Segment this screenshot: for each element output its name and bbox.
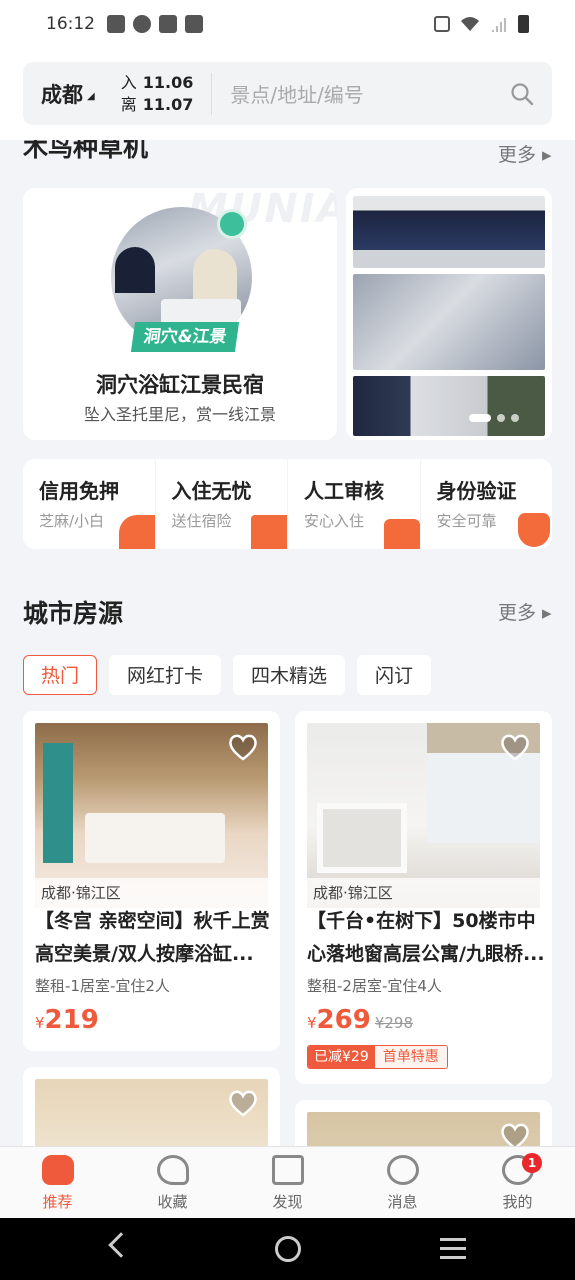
vibrate-icon [434,16,450,32]
featured-more-link[interactable]: 更多 ▸ [498,140,552,167]
home-icon [41,1155,74,1185]
checkin-date: 11.06 [142,72,194,92]
nav-label: 消息 [387,1193,418,1211]
promo-label: 首单特惠 [374,1046,447,1068]
date-selector[interactable]: 入 11.06 离 11.07 [121,72,194,116]
listing-card[interactable]: 成都·锦江区 【冬宫 亲密空间】秋千上赏高空美景/双人按摩浴缸... 整租-1居… [23,711,280,1051]
search-input[interactable]: 景点/地址/编号 [230,79,510,108]
guarantee-title: 入住无忧 [171,479,252,503]
tab-selected[interactable]: 四木精选 [233,655,346,695]
city-label: 成都 [41,82,83,107]
discount-badge: 已减¥29 首单特惠 [307,1045,448,1069]
city-selector[interactable]: 成都 ◢ [41,79,95,109]
listing-photo: 成都·锦江区 [307,723,540,908]
nav-label: 我的 [502,1193,533,1211]
check-icon [133,15,151,33]
nav-item-recommend[interactable]: 推荐 [0,1147,115,1218]
guarantee-title: 人工审核 [304,479,384,503]
tab-flash-booking[interactable]: 闪订 [357,655,432,695]
status-bar: 16:12 [0,0,575,48]
nav-label: 收藏 [157,1193,188,1211]
nav-item-discover[interactable]: 发现 [230,1147,345,1218]
listing-price: ¥269 ¥298 [307,1005,414,1035]
guarantee-title: 信用免押 [39,479,119,503]
back-icon[interactable] [108,1232,134,1258]
gallery-carousel[interactable] [346,188,552,440]
tab-hot[interactable]: 热门 [23,655,98,695]
listing-card[interactable]: 成都·锦江区 【千台•在树下】50楼市中心落地窗高层公寓/九眼桥... 整租-2… [295,711,552,1084]
listing-old-price: ¥298 [374,1014,414,1032]
nav-item-profile[interactable]: 1 我的 [460,1147,575,1218]
nav-label: 发现 [272,1193,303,1211]
listing-price: ¥219 [35,1005,99,1035]
notification-badge: 1 [522,1153,542,1173]
discount-amount: 已减¥29 [308,1046,375,1068]
shield-icon [518,513,550,547]
guarantee-title: 身份验证 [436,479,517,503]
checkin-label: 入 [120,72,137,92]
calendar-icon [251,515,287,549]
discover-icon [271,1155,304,1185]
checkout-date: 11.07 [142,94,194,114]
guarantee-item[interactable]: 人工审核 安心入住 [288,459,421,549]
listing-tabs: 热门 网红打卡 四木精选 闪订 [23,655,432,695]
status-time: 16:12 [46,14,95,34]
bottom-nav: 推荐 收藏 发现 消息 1 我的 [0,1146,575,1218]
search-icon[interactable] [510,82,534,106]
recents-icon[interactable] [440,1238,466,1265]
notification-icon [107,15,125,33]
listing-location: 成都·锦江区 [307,878,540,908]
feature-tag: 洞穴&江景 [130,322,240,352]
listing-photo: 成都·锦江区 [35,723,268,908]
favorite-heart-icon[interactable] [228,1089,258,1117]
calendar-icon [159,15,177,33]
camera-icon [383,519,420,549]
signal-icon [492,18,506,32]
city-listings-more-link[interactable]: 更多 ▸ [498,598,552,625]
nav-label: 推荐 [42,1193,73,1211]
gallery-image [353,274,545,370]
feature-card[interactable]: MUNIA 洞穴&江景 洞穴浴缸江景民宿 坠入圣托里尼，赏一线江景 [23,188,337,440]
home-button-icon[interactable] [275,1236,301,1262]
tab-influencer[interactable]: 网红打卡 [109,655,222,695]
heart-check-icon [156,1155,189,1185]
battery-icon [518,15,529,33]
listing-title: 【冬宫 亲密空间】秋千上赏高空美景/双人按摩浴缸... [35,910,270,965]
carousel-dots [469,414,519,422]
gallery-image [353,376,545,436]
feature-subtitle: 坠入圣托里尼，赏一线江景 [83,405,276,424]
search-bar: 成都 ◢ 入 11.06 离 11.07 景点/地址/编号 [23,62,552,125]
flame-badge-icon [217,209,247,239]
guarantee-item[interactable]: 信用免押 芝麻/小白 [23,459,156,549]
nav-item-messages[interactable]: 消息 [345,1147,460,1218]
app-icon [185,15,203,33]
listing-meta: 整租-2居室-宜住4人 [307,977,442,995]
guarantee-item[interactable]: 入住无忧 送住宿险 [156,459,288,549]
dropdown-triangle-icon: ◢ [87,91,95,102]
message-icon [386,1155,419,1185]
listing-location: 成都·锦江区 [35,878,268,908]
favorite-heart-icon[interactable] [500,733,530,761]
wifi-icon [461,17,479,31]
favorite-heart-icon[interactable] [228,733,258,761]
divider [211,72,213,115]
guarantee-strip: 信用免押 芝麻/小白 入住无忧 送住宿险 人工审核 安心入住 身份验证 安全可靠 [23,459,552,549]
system-nav-bar [0,1218,575,1280]
checkout-label: 离 [120,94,137,114]
nav-item-favorites[interactable]: 收藏 [115,1147,230,1218]
guarantee-item[interactable]: 身份验证 安全可靠 [421,459,553,549]
header: 成都 ◢ 入 11.06 离 11.07 景点/地址/编号 [0,48,575,140]
city-listings-title: 城市房源 [23,599,124,628]
listing-meta: 整租-1居室-宜住2人 [35,977,170,995]
credit-icon [118,515,155,549]
feature-title: 洞穴浴缸江景民宿 [96,373,264,397]
gallery-image [353,196,545,268]
listing-title: 【千台•在树下】50楼市中心落地窗高层公寓/九眼桥... [307,910,545,965]
